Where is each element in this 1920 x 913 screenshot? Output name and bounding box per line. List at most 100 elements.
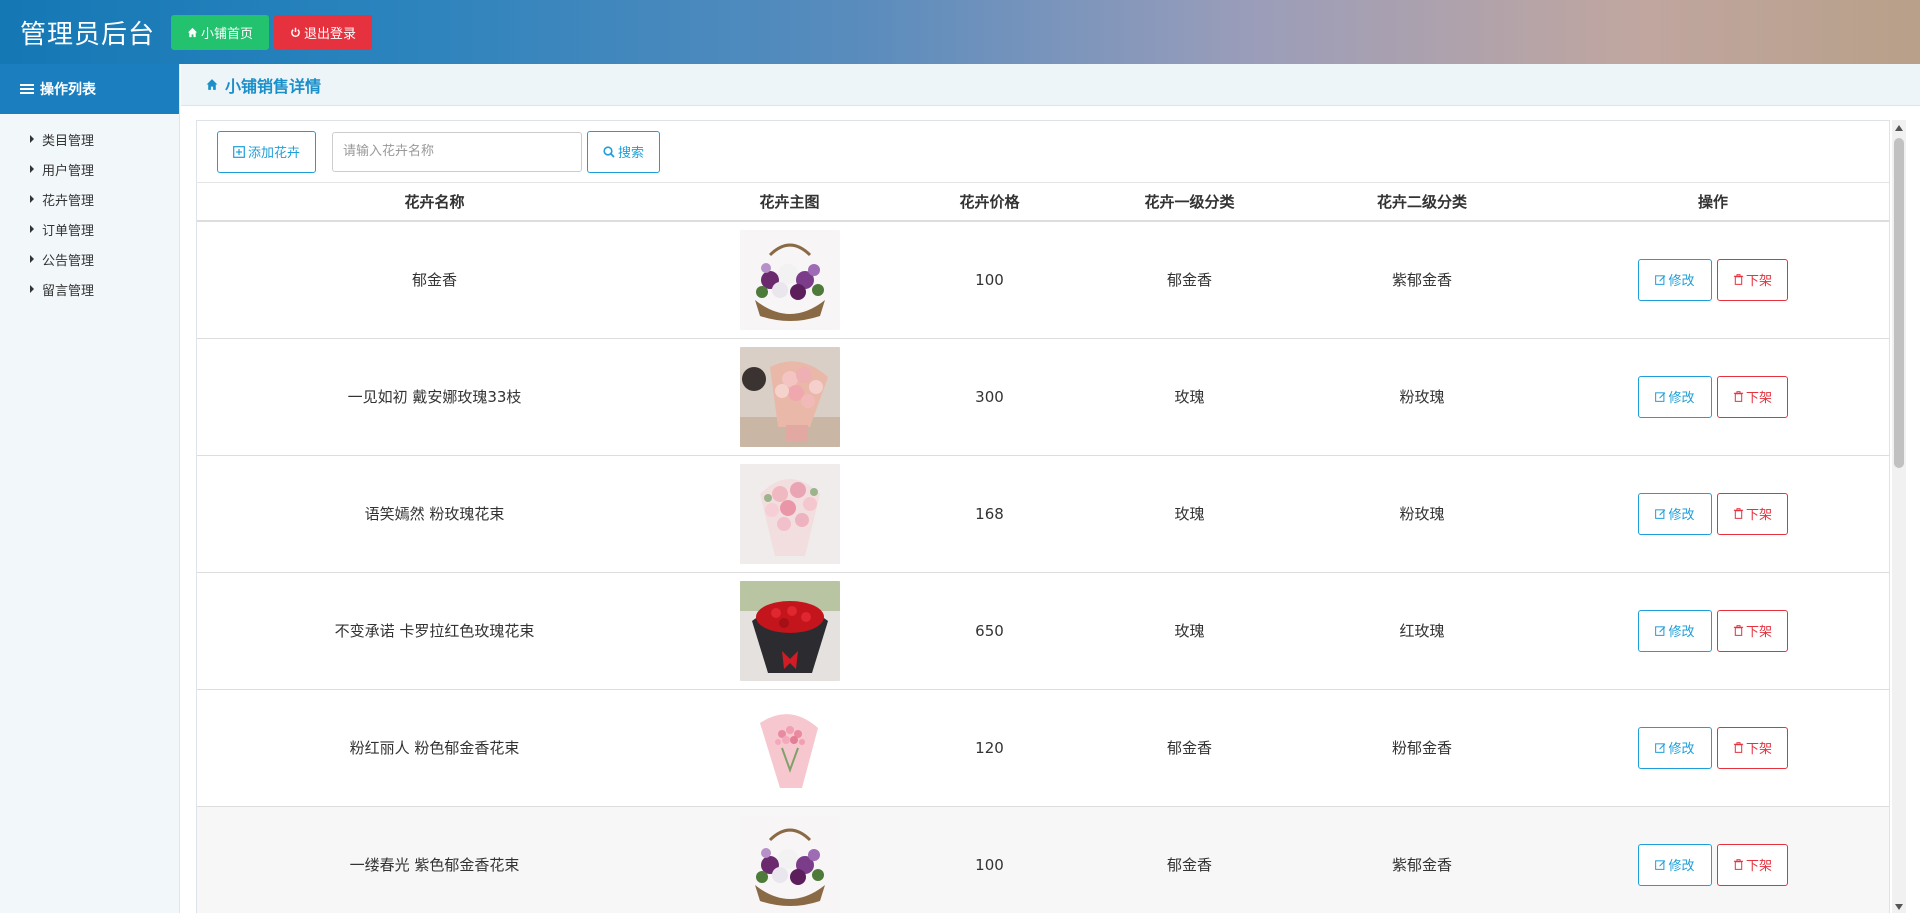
add-flower-button[interactable]: 添加花卉 <box>217 130 316 173</box>
edit-button[interactable]: 修改 <box>1638 843 1712 886</box>
trash-icon <box>1733 508 1744 519</box>
flower-name: 不变承诺 卡罗拉红色玫瑰花束 <box>197 571 672 689</box>
flower-thumbnail[interactable] <box>739 229 840 330</box>
flower-price: 300 <box>907 337 1072 455</box>
edit-button[interactable]: 修改 <box>1638 726 1712 769</box>
shop-home-label: 小铺首页 <box>201 25 254 41</box>
flower-price: 168 <box>907 454 1072 572</box>
search-icon <box>603 145 615 158</box>
unlist-button[interactable]: 下架 <box>1717 375 1788 418</box>
pink-rose-bouquet-image <box>739 463 840 564</box>
search-label: 搜索 <box>617 145 644 160</box>
flower-price: 100 <box>907 220 1072 338</box>
flower-category1: 郁金香 <box>1072 220 1307 338</box>
search-button[interactable]: 搜索 <box>587 130 660 173</box>
sidebar-item-label: 公告管理 <box>42 253 95 269</box>
edit-label: 修改 <box>1668 858 1695 874</box>
caret-right-icon <box>30 135 34 143</box>
scrollbar-thumb[interactable] <box>1894 138 1904 468</box>
app-title: 管理员后台 <box>20 19 156 50</box>
edit-label: 修改 <box>1668 273 1695 289</box>
column-header-category1: 花卉一级分类 <box>1072 183 1307 222</box>
edit-icon <box>1655 860 1666 871</box>
column-header-name: 花卉名称 <box>197 183 672 222</box>
edit-button[interactable]: 修改 <box>1638 375 1712 418</box>
flower-price: 100 <box>907 805 1072 913</box>
edit-button[interactable]: 修改 <box>1638 492 1712 535</box>
flower-table: 花卉名称 花卉主图 花卉价格 花卉一级分类 花卉二级分类 操作 郁金香 100 … <box>197 183 1889 913</box>
sidebar-item-label: 订单管理 <box>42 223 95 239</box>
flower-category2: 红玫瑰 <box>1307 571 1537 689</box>
flower-thumbnail[interactable] <box>739 580 840 681</box>
edit-button[interactable]: 修改 <box>1638 258 1712 301</box>
sidebar: 操作列表 类目管理 用户管理 花卉管理 订单管理 公告管理 留言管理 <box>0 64 180 913</box>
unlist-button[interactable]: 下架 <box>1717 843 1788 886</box>
list-icon <box>20 84 34 94</box>
plus-square-icon <box>233 145 245 158</box>
logout-label: 退出登录 <box>304 25 357 41</box>
flower-thumbnail[interactable] <box>739 346 840 447</box>
edit-label: 修改 <box>1668 507 1695 522</box>
purple-flower-basket-image <box>739 229 840 330</box>
flower-category2: 粉郁金香 <box>1307 688 1537 806</box>
scroll-down-arrow-icon[interactable] <box>1895 904 1903 910</box>
flower-price: 650 <box>907 571 1072 689</box>
flower-category2: 粉玫瑰 <box>1307 337 1537 455</box>
flower-name: 一缕春光 紫色郁金香花束 <box>197 805 672 913</box>
toolbar: 添加花卉 搜索 <box>197 121 1889 183</box>
unlist-button[interactable]: 下架 <box>1717 258 1788 301</box>
flower-name: 一见如初 戴安娜玫瑰33枝 <box>197 337 672 455</box>
table-row: 不变承诺 卡罗拉红色玫瑰花束 650 玫瑰 红玫瑰 修改 下架 <box>197 571 1889 689</box>
unlist-button[interactable]: 下架 <box>1717 492 1788 535</box>
logout-button[interactable]: 退出登录 <box>274 14 373 50</box>
vertical-scrollbar[interactable] <box>1892 120 1906 913</box>
actions-cell: 修改 下架 <box>1537 220 1889 338</box>
table-row: 粉红丽人 粉色郁金香花束 120 郁金香 粉郁金香 修改 下架 <box>197 688 1889 806</box>
unlist-button[interactable]: 下架 <box>1717 726 1788 769</box>
unlist-button[interactable]: 下架 <box>1717 609 1788 652</box>
flower-image-cell <box>672 571 907 689</box>
flower-name: 语笑嫣然 粉玫瑰花束 <box>197 454 672 572</box>
edit-button[interactable]: 修改 <box>1638 609 1712 652</box>
scroll-up-arrow-icon[interactable] <box>1895 125 1903 131</box>
shop-home-button[interactable]: 小铺首页 <box>171 14 270 50</box>
sidebar-header: 操作列表 <box>0 64 179 114</box>
home-icon <box>187 27 198 37</box>
search-input[interactable] <box>332 131 582 172</box>
flower-thumbnail[interactable] <box>739 463 840 564</box>
flower-category1: 玫瑰 <box>1072 454 1307 572</box>
caret-right-icon <box>30 165 34 173</box>
page-title: 小铺销售详情 <box>225 76 322 96</box>
sidebar-item-orders[interactable]: 订单管理 <box>0 214 179 244</box>
flower-thumbnail[interactable] <box>739 814 840 913</box>
top-header: 管理员后台 小铺首页 退出登录 <box>0 0 1920 64</box>
edit-icon <box>1655 275 1666 286</box>
trash-icon <box>1733 625 1744 636</box>
edit-label: 修改 <box>1668 390 1695 405</box>
content-panel: 添加花卉 搜索 花卉名称 花卉主图 花卉价格 花卉一级分类 花卉二级分类 操作 … <box>196 120 1890 913</box>
actions-cell: 修改 下架 <box>1537 805 1889 913</box>
sidebar-item-flowers[interactable]: 花卉管理 <box>0 184 179 214</box>
unlist-label: 下架 <box>1745 858 1772 874</box>
sidebar-item-users[interactable]: 用户管理 <box>0 154 179 184</box>
column-header-actions: 操作 <box>1537 183 1889 222</box>
table-row: 语笑嫣然 粉玫瑰花束 168 玫瑰 粉玫瑰 修改 下架 <box>197 454 1889 572</box>
red-rose-bouquet-image <box>739 580 840 681</box>
sidebar-item-label: 留言管理 <box>42 283 95 299</box>
caret-right-icon <box>30 255 34 263</box>
sidebar-item-category[interactable]: 类目管理 <box>0 124 179 154</box>
power-icon <box>291 27 300 37</box>
sidebar-item-messages[interactable]: 留言管理 <box>0 274 179 304</box>
trash-icon <box>1733 742 1744 753</box>
table-header-row: 花卉名称 花卉主图 花卉价格 花卉一级分类 花卉二级分类 操作 <box>197 183 1889 222</box>
flower-category1: 郁金香 <box>1072 688 1307 806</box>
table-row: 郁金香 100 郁金香 紫郁金香 修改 下架 <box>197 220 1889 338</box>
flower-thumbnail[interactable] <box>739 697 840 798</box>
unlist-label: 下架 <box>1745 741 1772 756</box>
unlist-label: 下架 <box>1745 507 1772 522</box>
edit-label: 修改 <box>1668 741 1695 756</box>
flower-name: 郁金香 <box>197 220 672 338</box>
flower-image-cell <box>672 454 907 572</box>
sidebar-item-notices[interactable]: 公告管理 <box>0 244 179 274</box>
flower-image-cell <box>672 805 907 913</box>
